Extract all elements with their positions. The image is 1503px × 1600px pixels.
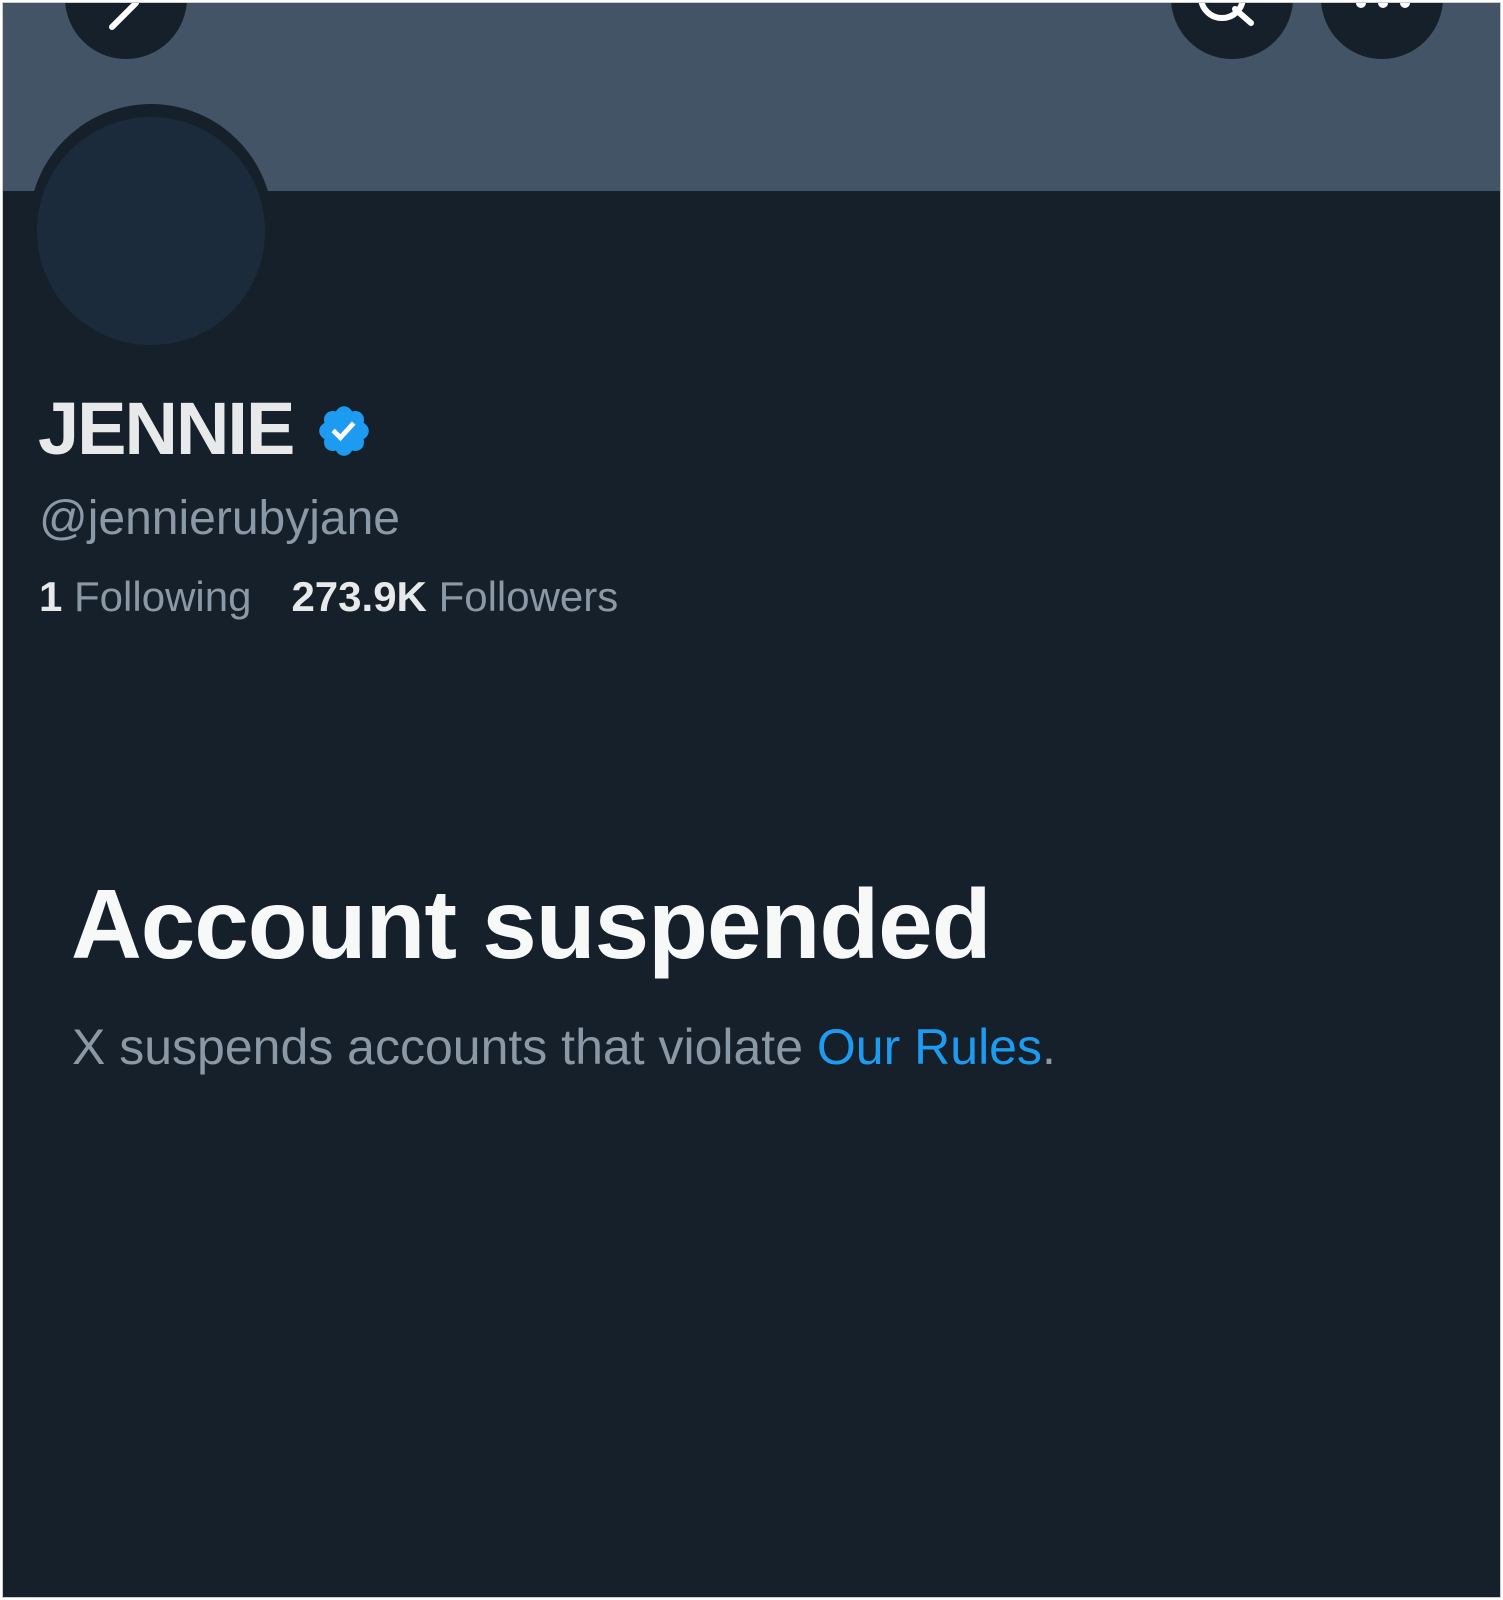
followers-count: 273.9K [291, 573, 427, 620]
following-label: Following [74, 573, 252, 620]
avatar[interactable] [37, 117, 265, 345]
display-name: JENNIE [38, 387, 295, 470]
back-arrow-icon [109, 3, 139, 30]
following-count: 1 [39, 573, 63, 620]
verified-badge-icon[interactable] [315, 402, 373, 460]
following-link[interactable]: 1 Following [39, 572, 251, 622]
search-icon [1198, 3, 1254, 26]
suspension-message-text: X suspends accounts that violate [72, 1019, 817, 1075]
profile-page: JENNIE @jennierubyjane 1 Following 273.9K… [2, 2, 1501, 1598]
name-row: JENNIE [38, 389, 373, 469]
our-rules-link[interactable]: Our Rules [817, 1019, 1042, 1075]
suspension-title: Account suspended [71, 869, 992, 979]
suspension-message: X suspends accounts that violate Our Rul… [72, 1017, 1056, 1077]
username-handle: @jennierubyjane [39, 492, 400, 545]
followers-label: Followers [438, 573, 619, 620]
follow-stats: 1 Following 273.9K Followers [39, 572, 618, 622]
followers-link[interactable]: 273.9K Followers [291, 572, 618, 622]
suspension-message-end: . [1041, 1019, 1056, 1075]
more-options-icon [1356, 3, 1410, 8]
